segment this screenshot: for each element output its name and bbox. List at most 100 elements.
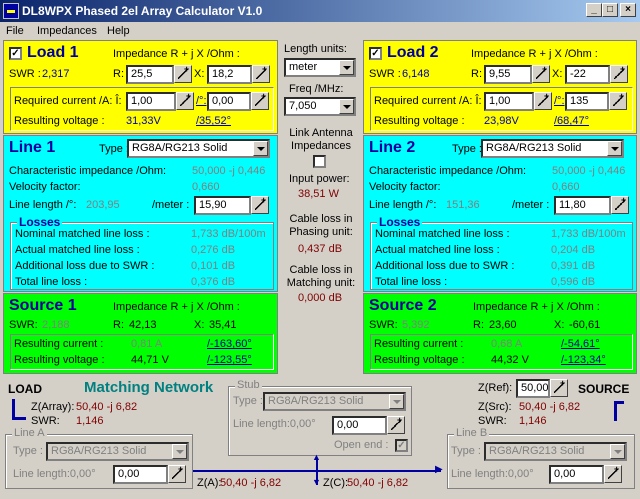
load1-x-spin-icon[interactable] [252, 64, 270, 83]
lineb-len-spin-icon[interactable] [604, 464, 622, 483]
load2-r-input[interactable]: 9,55 [484, 65, 532, 84]
link-checkbox[interactable] [313, 155, 326, 168]
load2-r-spin-icon[interactable] [532, 64, 550, 83]
source1-panel: Source 1 Impedance R + j X /Ohm : SWR: 2… [3, 293, 278, 374]
chevron-down-icon[interactable] [339, 99, 354, 114]
menu-file[interactable]: File [6, 25, 24, 37]
source2-panel: Source 2 Impedance R + j X /Ohm : SWR: 5… [363, 293, 637, 374]
load1-x-input[interactable]: 18,2 [207, 65, 252, 84]
source1-volt-phase[interactable]: /-123,55° [207, 354, 252, 366]
linea-type-select[interactable]: RG8A/RG213 Solid [46, 442, 189, 461]
load2-current-spin-icon[interactable] [534, 91, 552, 110]
stub-title: Stub [235, 379, 262, 391]
center-column: Length units: meter Freq /MHz: 7,050 Lin… [279, 40, 363, 374]
load1-r-input[interactable]: 25,5 [126, 65, 174, 84]
source1-volt-label: Resulting voltage : [14, 354, 105, 366]
menu-impedances[interactable]: Impedances [37, 25, 97, 37]
lineb-type-label: Type : [451, 445, 481, 457]
linea-type-label: Type : [13, 445, 43, 457]
stub-group: Stub Type : RG8A/RG213 Solid Line length… [228, 379, 412, 456]
load-arrow-foot [12, 417, 26, 420]
source2-swr: 5,392 [402, 319, 430, 331]
stub-len-spin-icon[interactable] [387, 415, 405, 434]
zarray: 50,40 -j 6,82 [76, 401, 138, 413]
load2-checkbox[interactable]: ✓ [369, 47, 382, 60]
source1-cur-phase[interactable]: /-163,60° [207, 338, 252, 350]
source2-cur-label: Resulting current : [374, 338, 464, 350]
arrow-right-icon: ▶ [435, 464, 443, 475]
load2-swr-label: SWR : [369, 68, 401, 80]
load1-checkbox[interactable]: ✓ [9, 47, 22, 60]
line1-meter-spin-icon[interactable] [251, 195, 269, 214]
line2-act: 0,204 dB [551, 244, 596, 256]
close-button[interactable]: × [620, 3, 636, 17]
load2-current-input[interactable]: 1,00 [484, 92, 534, 111]
load1-current-input[interactable]: 1,00 [126, 92, 176, 111]
lineb-type-select[interactable]: RG8A/RG213 Solid [484, 442, 627, 461]
load1-r-spin-icon[interactable] [174, 64, 192, 83]
stub-type-label: Type : [233, 395, 263, 407]
chevron-down-icon[interactable] [389, 394, 404, 409]
zref-input[interactable]: 50,00 [516, 379, 550, 398]
load1-swr: 2,317 [42, 68, 70, 80]
zref-spin-icon[interactable] [550, 378, 568, 397]
load2-x-spin-icon[interactable] [610, 64, 628, 83]
lineb-len-input[interactable]: 0,00 [549, 465, 604, 484]
source2-x-label: X: [554, 319, 565, 331]
line2-meter-input[interactable]: 11,80 [554, 196, 611, 215]
load-arrow-icon [12, 399, 15, 419]
source1-result-box: Resulting current : 0,81 A /-163,60° Res… [10, 334, 274, 370]
len-units-select[interactable]: meter [284, 58, 356, 77]
source2-cur-phase[interactable]: /-54,61° [561, 338, 600, 350]
window-title: DL8WPX Phased 2el Array Calculator V1.0 [22, 4, 263, 18]
line1-meter-input[interactable]: 15,90 [194, 196, 251, 215]
freq-select[interactable]: 7,050 [284, 97, 356, 116]
load2-phase-label[interactable]: /°: [554, 95, 565, 107]
load1-panel: ✓ Load 1 Impedance R + j X /Ohm : SWR : … [3, 40, 278, 134]
load1-phase-input[interactable]: 0,00 [207, 92, 251, 111]
line1-vf-label: Velocity factor: [9, 181, 81, 193]
open-end-checkbox[interactable]: ✓ [395, 439, 408, 452]
load1-current-spin-icon[interactable] [176, 91, 194, 110]
stub-type-select[interactable]: RG8A/RG213 Solid [263, 392, 406, 411]
source1-x-label: X: [194, 319, 205, 331]
chevron-down-icon[interactable] [607, 141, 622, 156]
chevron-down-icon[interactable] [253, 141, 268, 156]
freq-label: Freq /MHz: [289, 83, 344, 95]
chevron-down-icon[interactable] [610, 444, 625, 459]
arrow-up-icon: ▲ [312, 452, 321, 462]
line2-char-label: Characteristic impedance /Ohm: [369, 165, 527, 177]
line2-type-select[interactable]: RG8A/RG213 Solid [481, 139, 624, 158]
menu-help[interactable]: Help [107, 25, 130, 37]
load1-phase-label[interactable]: /°: [196, 95, 207, 107]
load2-phase-spin-icon[interactable] [609, 91, 627, 110]
line2-meter-spin-icon[interactable] [611, 195, 629, 214]
maximize-button[interactable]: □ [602, 3, 618, 17]
line1-act-label: Actual matched line loss : [15, 244, 140, 256]
linea-len-spin-icon[interactable] [168, 464, 186, 483]
line2-vf: 0,660 [552, 181, 580, 193]
len-units-label: Length units: [284, 43, 347, 55]
line1-meter-label: /meter : [152, 199, 190, 211]
load2-volt-phase[interactable]: /68,47° [554, 115, 589, 127]
load1-current-box: Required current /A: Î: 1,00 /°: 0,00 Re… [10, 87, 274, 131]
stub-len-input[interactable]: 0,00 [332, 416, 387, 435]
source2-volt-phase[interactable]: /-123,34° [561, 354, 606, 366]
chevron-down-icon[interactable] [339, 60, 354, 75]
line1-type-label: Type : [99, 143, 129, 155]
chevron-down-icon[interactable] [172, 444, 187, 459]
zref-label: Z(Ref): [478, 382, 513, 394]
line1-type-select[interactable]: RG8A/RG213 Solid [127, 139, 270, 158]
load1-volt-phase[interactable]: /35,52° [196, 115, 231, 127]
minimize-button[interactable]: _ [586, 3, 602, 17]
line2-add: 0,391 dB [551, 260, 596, 272]
load2-r-label: R: [471, 68, 482, 80]
load1-volt-label: Resulting voltage : [14, 115, 105, 127]
line1-nom-label: Nominal matched line loss : [15, 228, 150, 240]
load2-phase-input[interactable]: 135 [565, 92, 609, 111]
linea-len-input[interactable]: 0,00 [113, 465, 168, 484]
load2-imp-label: Impedance R + j X /Ohm : [471, 48, 598, 60]
load1-phase-spin-icon[interactable] [251, 91, 269, 110]
line2-losses-title: Losses [377, 215, 423, 229]
load2-x-input[interactable]: -22 [565, 65, 610, 84]
